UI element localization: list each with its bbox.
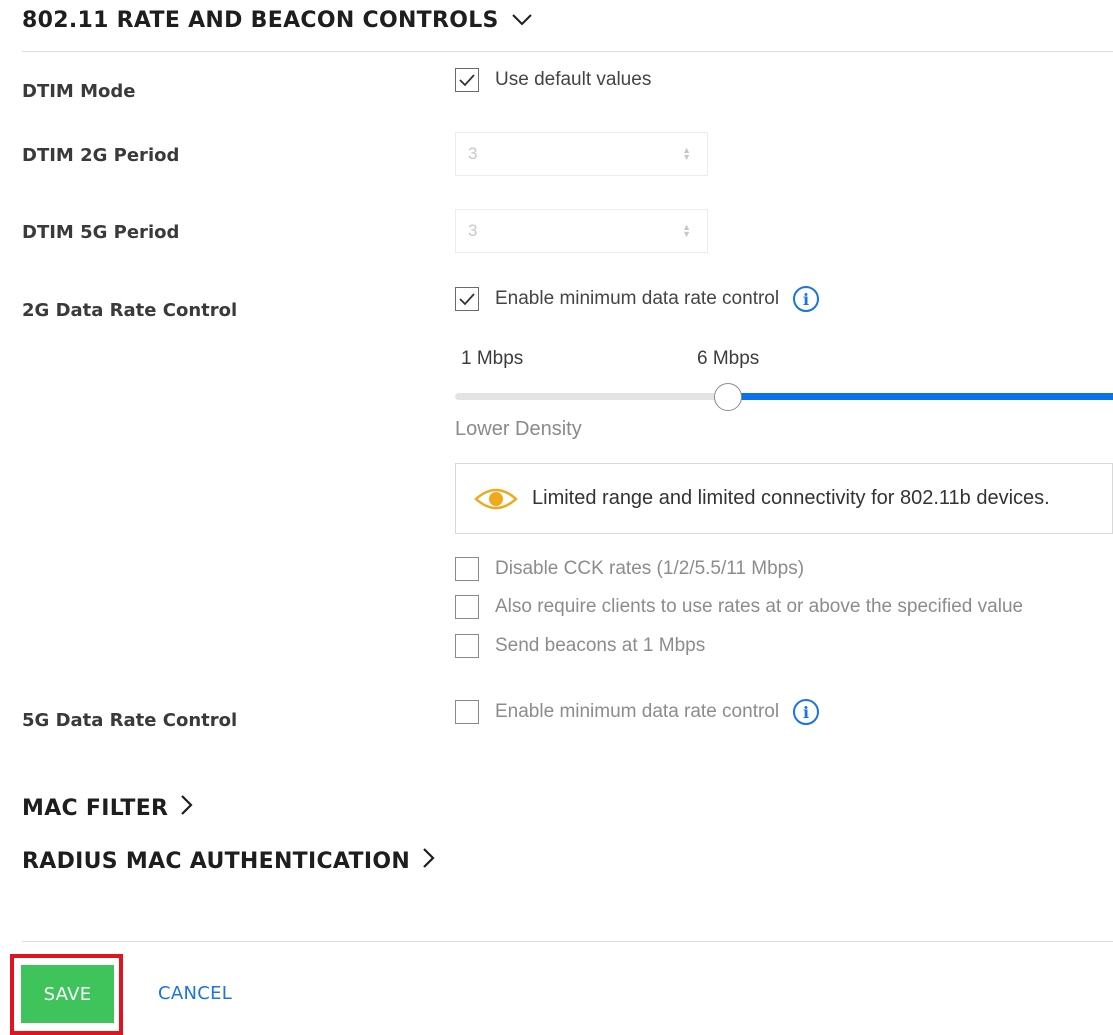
radius-mac-title: RADIUS MAC AUTHENTICATION	[22, 848, 411, 874]
save-button[interactable]: SAVE	[21, 965, 114, 1023]
chevron-down-icon	[511, 8, 533, 33]
option-require-rates-row[interactable]: Also require clients to use rates at or …	[455, 595, 1023, 619]
5g-rate-enable-label: Enable minimum data rate control	[495, 701, 780, 722]
dtim-mode-checkbox-label: Use default values	[495, 69, 652, 90]
2g-data-rate-label: 2G Data Rate Control	[22, 300, 238, 321]
dtim-mode-checkbox[interactable]	[455, 68, 479, 92]
dtim-mode-checkbox-row[interactable]: Use default values	[455, 68, 651, 92]
section-divider	[22, 51, 1113, 52]
slider-min-label: 1 Mbps	[461, 348, 524, 369]
spinner-arrows-icon[interactable]: ▲ ▼	[682, 146, 691, 162]
slider-track-empty	[455, 393, 735, 400]
rate-beacon-section-header[interactable]: 802.11 RATE AND BEACON CONTROLS	[22, 8, 533, 33]
5g-data-rate-label: 5G Data Rate Control	[22, 710, 238, 731]
dtim-2g-period-input[interactable]: 3 ▲ ▼	[455, 132, 708, 176]
info-icon[interactable]: i	[793, 699, 820, 725]
footer-divider	[22, 941, 1113, 942]
2g-rate-enable-label: Enable minimum data rate control	[495, 288, 780, 309]
mac-filter-section-header[interactable]: MAC FILTER	[22, 794, 194, 822]
5g-rate-checkbox-row[interactable]: Enable minimum data rate control i	[455, 699, 820, 725]
info-icon[interactable]: i	[793, 286, 820, 312]
check-icon	[459, 74, 475, 87]
require-rates-label: Also require clients to use rates at or …	[495, 596, 1024, 617]
check-icon	[459, 293, 475, 306]
rate-beacon-section-title: 802.11 RATE AND BEACON CONTROLS	[22, 8, 499, 33]
beacons-1mbps-label: Send beacons at 1 Mbps	[495, 635, 706, 656]
range-warning-box: Limited range and limited connectivity f…	[455, 463, 1113, 534]
disable-cck-checkbox[interactable]	[455, 557, 479, 581]
disable-cck-label: Disable CCK rates (1/2/5.5/11 Mbps)	[495, 558, 805, 579]
dtim-2g-period-label: DTIM 2G Period	[22, 145, 180, 166]
slider-track-fill	[735, 393, 1113, 400]
require-rates-checkbox[interactable]	[455, 595, 479, 619]
2g-rate-slider[interactable]	[455, 383, 1113, 411]
warning-text: Limited range and limited connectivity f…	[532, 487, 1050, 509]
dtim-mode-label: DTIM Mode	[22, 81, 136, 102]
cancel-button[interactable]: CANCEL	[158, 983, 232, 1004]
density-label: Lower Density	[455, 418, 582, 440]
eye-icon	[474, 488, 518, 509]
2g-rate-enable-checkbox[interactable]	[455, 287, 479, 311]
slider-thumb[interactable]	[714, 383, 742, 411]
dtim-5g-period-label: DTIM 5G Period	[22, 222, 180, 243]
option-beacons-row[interactable]: Send beacons at 1 Mbps	[455, 634, 705, 658]
radius-mac-section-header[interactable]: RADIUS MAC AUTHENTICATION	[22, 847, 436, 875]
5g-rate-enable-checkbox[interactable]	[455, 700, 479, 724]
mac-filter-title: MAC FILTER	[22, 795, 169, 821]
beacons-1mbps-checkbox[interactable]	[455, 634, 479, 658]
dtim-2g-period-value: 3	[468, 144, 478, 163]
2g-rate-checkbox-row[interactable]: Enable minimum data rate control i	[455, 286, 820, 312]
option-disable-cck-row[interactable]: Disable CCK rates (1/2/5.5/11 Mbps)	[455, 557, 804, 581]
chevron-right-icon	[180, 794, 194, 822]
spinner-arrows-icon[interactable]: ▲ ▼	[682, 223, 691, 239]
chevron-right-icon	[422, 847, 436, 875]
dtim-5g-period-value: 3	[468, 221, 478, 240]
dtim-5g-period-input[interactable]: 3 ▲ ▼	[455, 209, 708, 253]
slider-value-label: 6 Mbps	[697, 348, 760, 369]
